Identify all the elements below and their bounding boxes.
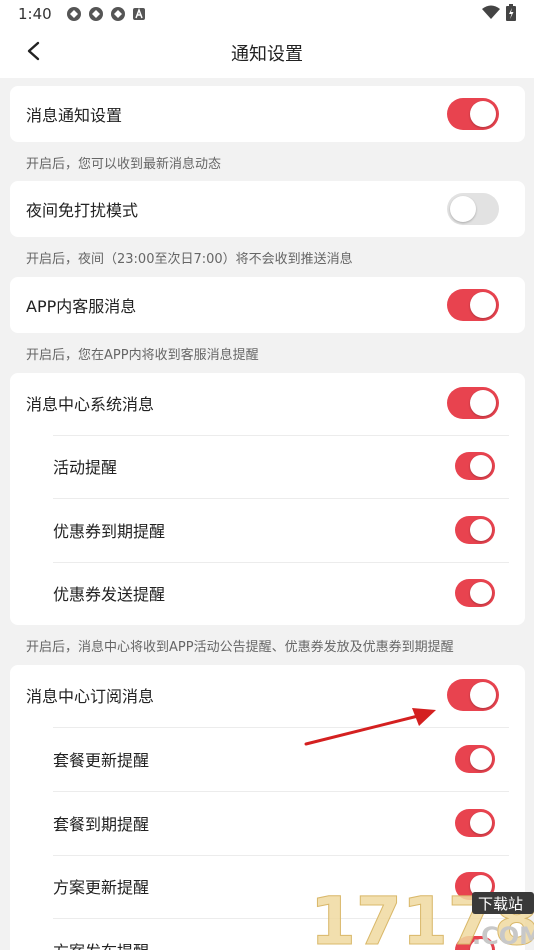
toggle-customer-service[interactable] — [447, 289, 499, 321]
annotation-arrow-icon — [304, 708, 436, 746]
setting-label: 方案发布提醒 — [53, 938, 149, 950]
hint-text: 开启后，夜间（23:00至次日7:00）将不会收到推送消息 — [26, 252, 353, 267]
app-icon — [88, 6, 104, 22]
setting-row-activity: 活动提醒 — [10, 438, 525, 494]
divider — [53, 562, 509, 563]
setting-row-message-notification: 消息通知设置 — [10, 86, 525, 142]
divider — [53, 498, 509, 499]
back-button[interactable] — [20, 40, 46, 66]
toggle-system-messages[interactable] — [447, 387, 499, 419]
setting-label: 套餐更新提醒 — [53, 751, 150, 770]
toggle-coupon-sent[interactable] — [455, 579, 495, 607]
watermark-logo: 17178 下载站 .COM — [308, 878, 534, 950]
battery-icon — [506, 3, 516, 25]
watermark-badge: 下载站 — [478, 895, 523, 913]
hint-text: 开启后，您在APP内将收到客服消息提醒 — [26, 348, 259, 363]
toggle-package-update[interactable] — [455, 745, 495, 773]
setting-row-system-messages: 消息中心系统消息 — [10, 375, 525, 431]
watermark-logo-icon: 17178 下载站 .COM — [310, 883, 534, 950]
app-bar: 通知设置 — [0, 28, 534, 78]
setting-label: 消息通知设置 — [26, 106, 123, 125]
setting-label: 套餐到期提醒 — [53, 815, 150, 834]
toggle-activity[interactable] — [455, 452, 495, 480]
divider — [53, 791, 509, 792]
toggle-subscription-messages[interactable] — [447, 679, 499, 711]
card-system-messages: 消息中心系统消息 活动提醒 优惠券到期提醒 优惠券发送提醒 — [10, 373, 525, 625]
app-icon — [66, 6, 82, 22]
a-icon — [132, 7, 146, 21]
card-message-notification: 消息通知设置 — [10, 86, 525, 142]
toggle-message-notification[interactable] — [447, 98, 499, 130]
setting-label: 方案更新提醒 — [53, 878, 150, 897]
chevron-left-icon — [26, 41, 40, 65]
setting-row-customer-service: APP内客服消息 — [10, 277, 525, 333]
status-bar: 1:40 — [0, 0, 534, 28]
divider — [53, 855, 509, 856]
setting-label: 消息中心系统消息 — [26, 395, 155, 414]
setting-row-package-expiry: 套餐到期提醒 — [10, 795, 525, 851]
setting-label: 优惠券发送提醒 — [53, 585, 166, 604]
card-customer-service: APP内客服消息 — [10, 277, 525, 333]
setting-row-do-not-disturb: 夜间免打扰模式 — [10, 181, 525, 237]
setting-label: 消息中心订阅消息 — [26, 687, 155, 706]
setting-row-coupon-sent: 优惠券发送提醒 — [10, 565, 525, 621]
setting-label: APP内客服消息 — [26, 297, 137, 316]
status-right — [482, 3, 516, 25]
setting-label: 活动提醒 — [53, 458, 118, 477]
toggle-do-not-disturb[interactable] — [447, 193, 499, 225]
card-do-not-disturb: 夜间免打扰模式 — [10, 181, 525, 237]
status-time: 1:40 — [18, 5, 52, 23]
hint-text: 开启后，您可以收到最新消息动态 — [26, 157, 222, 172]
watermark-domain: .COM — [472, 922, 534, 950]
toggle-coupon-expiry[interactable] — [455, 516, 495, 544]
setting-label: 夜间免打扰模式 — [26, 201, 139, 220]
wifi-icon — [482, 5, 500, 23]
app-icon — [110, 6, 126, 22]
hint-text: 开启后，消息中心将收到APP活动公告提醒、优惠券发放及优惠券到期提醒 — [26, 640, 454, 655]
page-title: 通知设置 — [231, 44, 303, 65]
setting-row-coupon-expiry: 优惠券到期提醒 — [10, 502, 525, 558]
setting-label: 优惠券到期提醒 — [53, 522, 166, 541]
toggle-package-expiry[interactable] — [455, 809, 495, 837]
divider — [53, 435, 509, 436]
